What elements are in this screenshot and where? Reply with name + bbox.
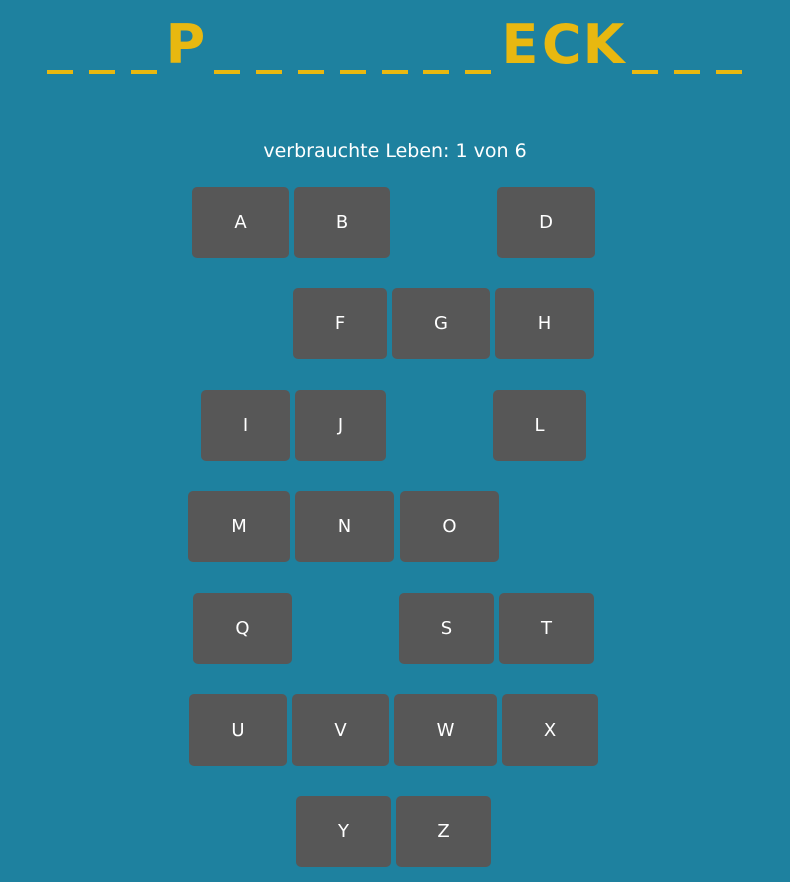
blank-letter [339,70,366,74]
key-s[interactable]: S [399,593,494,664]
blank-letter [632,70,659,74]
key-a[interactable]: A [192,187,289,258]
key-q[interactable]: Q [193,593,292,664]
word-display: P ECK [0,10,790,90]
key-n[interactable]: N [295,491,394,562]
blank-letter [47,70,73,74]
key-y[interactable]: Y [296,796,391,867]
key-h[interactable]: H [495,288,594,359]
lives-counter: verbrauchte Leben: 1 von 6 [263,140,527,162]
blank-letter [297,70,324,74]
key-j[interactable]: J [295,390,386,461]
blank-letter [716,70,742,74]
key-d[interactable]: D [497,187,595,258]
key-x[interactable]: X [502,694,598,766]
key-t[interactable]: T [499,593,594,664]
key-g[interactable]: G [392,288,490,359]
blank-letter [674,70,701,74]
blank-letter [256,70,283,74]
blank-letter [423,70,450,74]
blank-letter [130,70,157,74]
blank-letter [465,70,492,74]
revealed-letter: E [501,13,539,76]
blank-letter [88,70,115,74]
key-w[interactable]: W [394,694,497,766]
blank-letter [214,70,241,74]
key-i[interactable]: I [201,390,290,461]
key-f[interactable]: F [293,288,387,359]
key-v[interactable]: V [292,694,389,766]
revealed-letter: C [541,13,582,76]
blank-letter [381,70,408,74]
key-b[interactable]: B [294,187,390,258]
key-z[interactable]: Z [396,796,491,867]
key-o[interactable]: O [400,491,499,562]
key-u[interactable]: U [189,694,287,766]
revealed-letter: K [582,13,625,76]
key-m[interactable]: M [188,491,290,562]
key-l[interactable]: L [493,390,586,461]
revealed-letter: P [165,13,206,76]
